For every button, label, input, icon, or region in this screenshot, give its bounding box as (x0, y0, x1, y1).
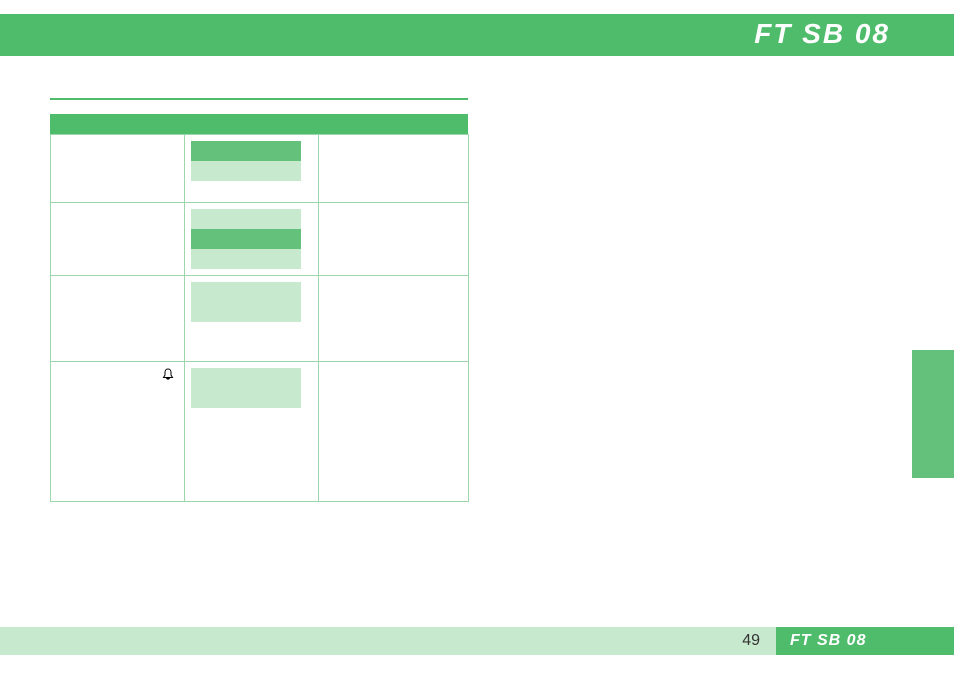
footer-label-area: FT SB 08 (776, 627, 954, 655)
cell-value (319, 362, 469, 502)
cell-label (51, 362, 185, 502)
table-row (51, 135, 469, 203)
chip-light (191, 368, 301, 388)
cell-label (51, 203, 185, 276)
table-row (51, 276, 469, 362)
cell-value (319, 203, 469, 276)
cell-label (51, 276, 185, 362)
chip-light (191, 209, 301, 229)
bell-icon (162, 368, 174, 384)
side-tab (912, 350, 954, 478)
footer-page-area: 49 (0, 627, 776, 655)
table-row (51, 362, 469, 502)
chip-light (191, 302, 301, 322)
cell-chips (185, 362, 319, 502)
footer-label: FT SB 08 (790, 632, 866, 650)
section-divider (50, 98, 468, 100)
chip-dark (191, 141, 301, 161)
table-header-strip (50, 114, 468, 134)
table-grid (50, 134, 469, 502)
cell-chips (185, 276, 319, 362)
chip-light (191, 282, 301, 302)
chip-dark (191, 229, 301, 249)
chip-light (191, 161, 301, 181)
page-number: 49 (742, 632, 760, 650)
main-table (50, 114, 468, 502)
cell-chips (185, 203, 319, 276)
chip-light (191, 249, 301, 269)
cell-value (319, 135, 469, 203)
header-title: FT SB 08 (754, 18, 890, 50)
cell-label (51, 135, 185, 203)
footer-bar: 49 FT SB 08 (0, 627, 954, 655)
chip-light (191, 388, 301, 408)
cell-value (319, 276, 469, 362)
cell-chips (185, 135, 319, 203)
table-row (51, 203, 469, 276)
